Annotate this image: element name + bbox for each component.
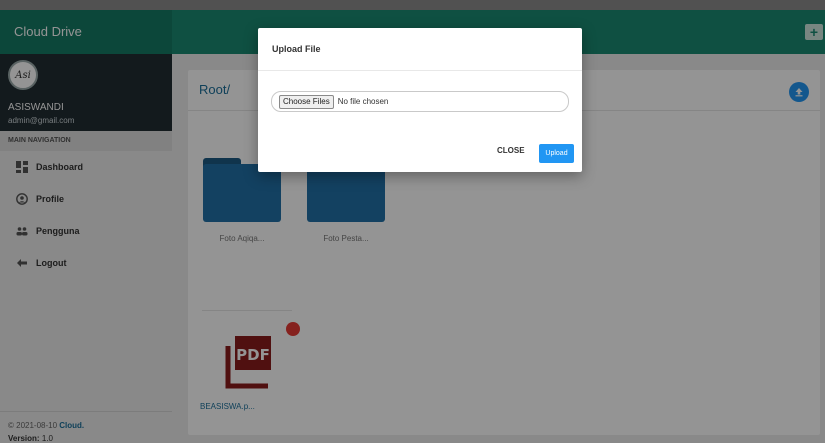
dialog-title: Upload File: [272, 44, 321, 54]
file-input[interactable]: Choose Files No file chosen: [271, 91, 569, 112]
close-button[interactable]: CLOSE: [497, 146, 525, 155]
upload-button[interactable]: Upload: [539, 144, 574, 163]
dialog-divider: [258, 70, 582, 71]
upload-file-dialog: Upload File Choose Files No file chosen …: [258, 28, 582, 172]
file-status-text: No file chosen: [337, 97, 389, 106]
choose-files-button[interactable]: Choose Files: [279, 94, 334, 109]
